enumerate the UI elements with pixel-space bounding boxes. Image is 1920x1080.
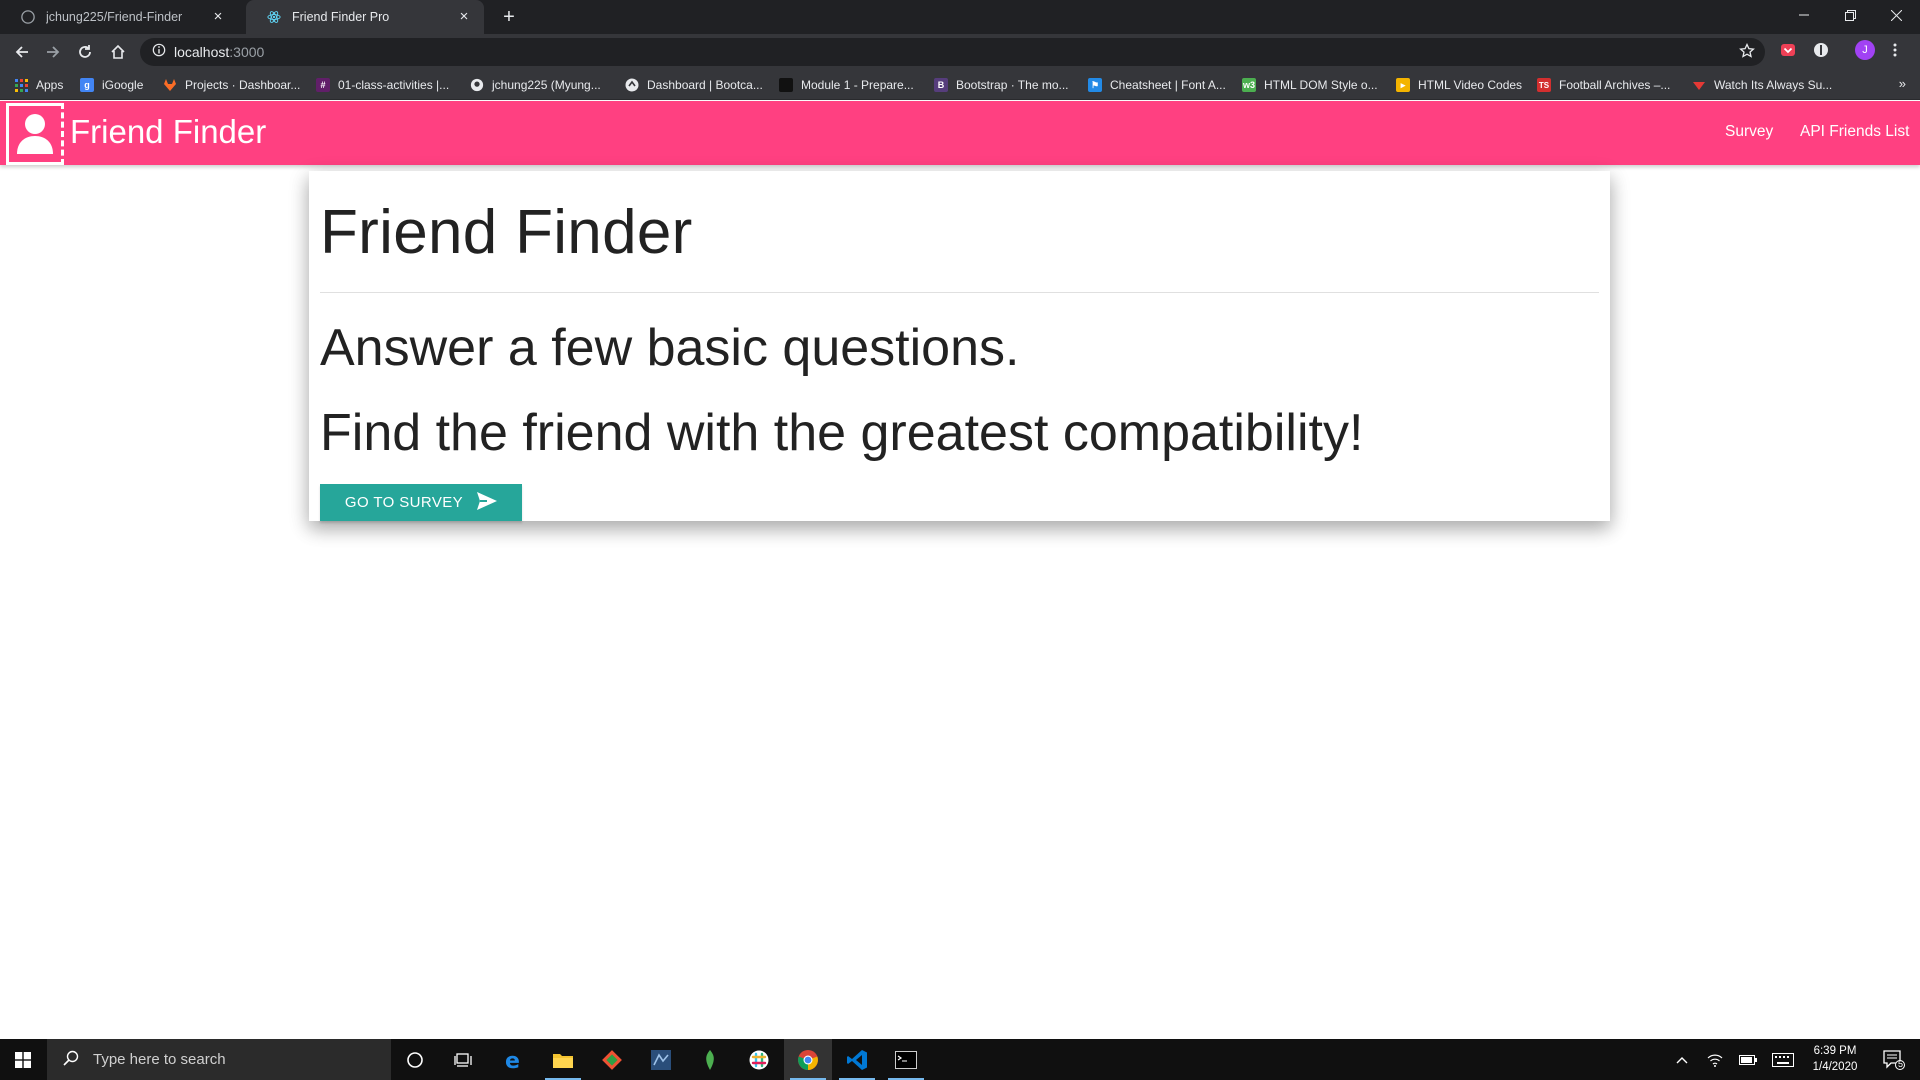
minimize-icon[interactable] (1781, 0, 1827, 30)
terminal-icon[interactable] (882, 1039, 930, 1080)
bookmark-module1[interactable]: Module 1 - Prepare... (779, 76, 914, 94)
new-tab-button[interactable]: + (498, 7, 520, 29)
bookmarks-bar: Apps g iGoogle Projects · Dashboar... # … (0, 70, 1920, 100)
github-icon (20, 9, 36, 25)
url-port: :3000 (229, 44, 265, 60)
slack-app-icon[interactable] (735, 1039, 783, 1080)
taskbar-search-input[interactable]: Type here to search (47, 1039, 391, 1080)
notification-count: 5 (1898, 1059, 1904, 1069)
bookmark-bootstrap[interactable]: B Bootstrap · The mo... (934, 76, 1069, 94)
info-icon[interactable] (152, 43, 166, 62)
tab-title: Friend Finder Pro (292, 10, 390, 24)
menu-dots-icon[interactable] (1893, 42, 1897, 63)
battery-icon[interactable] (1736, 1039, 1760, 1080)
cortana-icon[interactable] (391, 1039, 439, 1080)
tab-title: jchung225/Friend-Finder (46, 10, 183, 24)
tab-github[interactable]: jchung225/Friend-Finder × (0, 0, 238, 34)
task-view-icon[interactable] (439, 1039, 487, 1080)
send-icon (477, 491, 498, 514)
bookmark-football-archives[interactable]: TS Football Archives –... (1537, 76, 1670, 94)
bookmark-html-video-codes[interactable]: ▸ HTML Video Codes (1396, 76, 1522, 94)
bookmark-font-awesome[interactable]: ⚑ Cheatsheet | Font A... (1088, 76, 1226, 94)
page-title: Friend Finder (320, 198, 693, 267)
bookmark-slack[interactable]: # 01-class-activities |... (316, 76, 449, 94)
forward-arrow-icon[interactable] (39, 38, 67, 66)
windows-taskbar: Type here to search e 6:39 PM 1/4/2020 5 (0, 1039, 1920, 1080)
bookmark-igoogle[interactable]: g iGoogle (80, 76, 143, 94)
close-window-icon[interactable] (1873, 0, 1919, 30)
nav-link-survey[interactable]: Survey (1725, 123, 1773, 141)
close-tab-icon[interactable]: × (210, 9, 226, 25)
file-explorer-icon[interactable] (539, 1039, 587, 1080)
back-arrow-icon[interactable] (8, 38, 36, 66)
bookmark-w3schools[interactable]: w3 HTML DOM Style o... (1242, 76, 1378, 94)
url-host: localhost (174, 44, 230, 60)
chrome-icon[interactable] (784, 1039, 832, 1080)
address-bar[interactable]: localhost:3000 (140, 38, 1765, 66)
tray-chevron-up-icon[interactable] (1670, 1039, 1694, 1080)
github-icon (470, 78, 484, 92)
bootcamp-icon (625, 78, 639, 92)
more-bookmarks-icon[interactable]: » (1899, 76, 1906, 91)
font-awesome-icon: ⚑ (1088, 78, 1102, 92)
close-tab-icon[interactable]: × (456, 9, 472, 25)
igoogle-icon: g (80, 78, 94, 92)
user-icon[interactable] (6, 103, 64, 165)
nav-link-api-friends-list[interactable]: API Friends List (1800, 123, 1909, 141)
extension-icon[interactable] (1813, 42, 1829, 63)
bookmark-apps[interactable]: Apps (14, 76, 63, 94)
bookmark-bootcamp-dashboard[interactable]: Dashboard | Bootca... (625, 76, 763, 94)
browser-toolbar: localhost:3000 J (0, 34, 1920, 70)
ts-icon: TS (1537, 78, 1551, 92)
bookmark-gitlab[interactable]: Projects · Dashboar... (163, 76, 300, 94)
app-navbar: Friend Finder Survey API Friends List (0, 101, 1920, 165)
video-codes-icon: ▸ (1396, 78, 1410, 92)
bookmark-watch-always-sunny[interactable]: Watch Its Always Su... (1692, 76, 1832, 94)
tab-friend-finder[interactable]: Friend Finder Pro × (246, 0, 484, 34)
button-label: GO TO SURVEY (344, 494, 464, 511)
mysql-workbench-icon[interactable] (637, 1039, 685, 1080)
go-to-survey-button[interactable]: GO TO SURVEY (320, 484, 522, 521)
slack-icon: # (316, 78, 330, 92)
browser-tab-strip: jchung225/Friend-Finder × Friend Finder … (0, 0, 1920, 34)
reload-icon[interactable] (71, 38, 99, 66)
git-gui-icon[interactable] (588, 1039, 636, 1080)
profile-avatar[interactable]: J (1855, 40, 1875, 60)
brand-title[interactable]: Friend Finder (70, 113, 266, 151)
svg-text:e: e (505, 1049, 520, 1071)
divider (320, 292, 1599, 293)
restore-icon[interactable] (1827, 0, 1873, 30)
w3schools-icon: w3 (1242, 78, 1256, 92)
system-clock[interactable]: 6:39 PM 1/4/2020 (1800, 1043, 1870, 1075)
edge-icon[interactable]: e (490, 1039, 538, 1080)
apps-grid-icon (14, 78, 28, 92)
lead-text-questions: Answer a few basic questions. (320, 319, 1020, 377)
windows-start-icon[interactable] (0, 1039, 46, 1080)
clock-date: 1/4/2020 (1812, 1061, 1858, 1073)
vscode-icon[interactable] (833, 1039, 881, 1080)
lead-text-compatibility: Find the friend with the greatest compat… (320, 404, 1364, 462)
search-placeholder: Type here to search (93, 1051, 226, 1068)
bootstrap-icon: B (934, 78, 948, 92)
bookmark-github[interactable]: jchung225 (Myung... (470, 76, 601, 94)
pocket-extension-icon[interactable] (1780, 42, 1796, 63)
hero-card: Friend Finder Answer a few basic questio… (309, 171, 1610, 521)
stream-icon (1692, 78, 1706, 92)
react-icon (266, 9, 282, 25)
bookmark-star-icon[interactable] (1739, 42, 1755, 64)
mongodb-compass-icon[interactable] (686, 1039, 734, 1080)
notifications-icon[interactable]: 5 (1874, 1039, 1914, 1080)
keyboard-icon[interactable] (1768, 1039, 1798, 1080)
search-icon (63, 1050, 79, 1070)
web-page: Friend Finder Survey API Friends List Fr… (0, 101, 1920, 1039)
clock-time: 6:39 PM (1813, 1045, 1857, 1057)
home-icon[interactable] (104, 38, 132, 66)
book-icon (779, 78, 793, 92)
wifi-icon[interactable] (1703, 1039, 1727, 1080)
gitlab-icon (163, 78, 177, 92)
